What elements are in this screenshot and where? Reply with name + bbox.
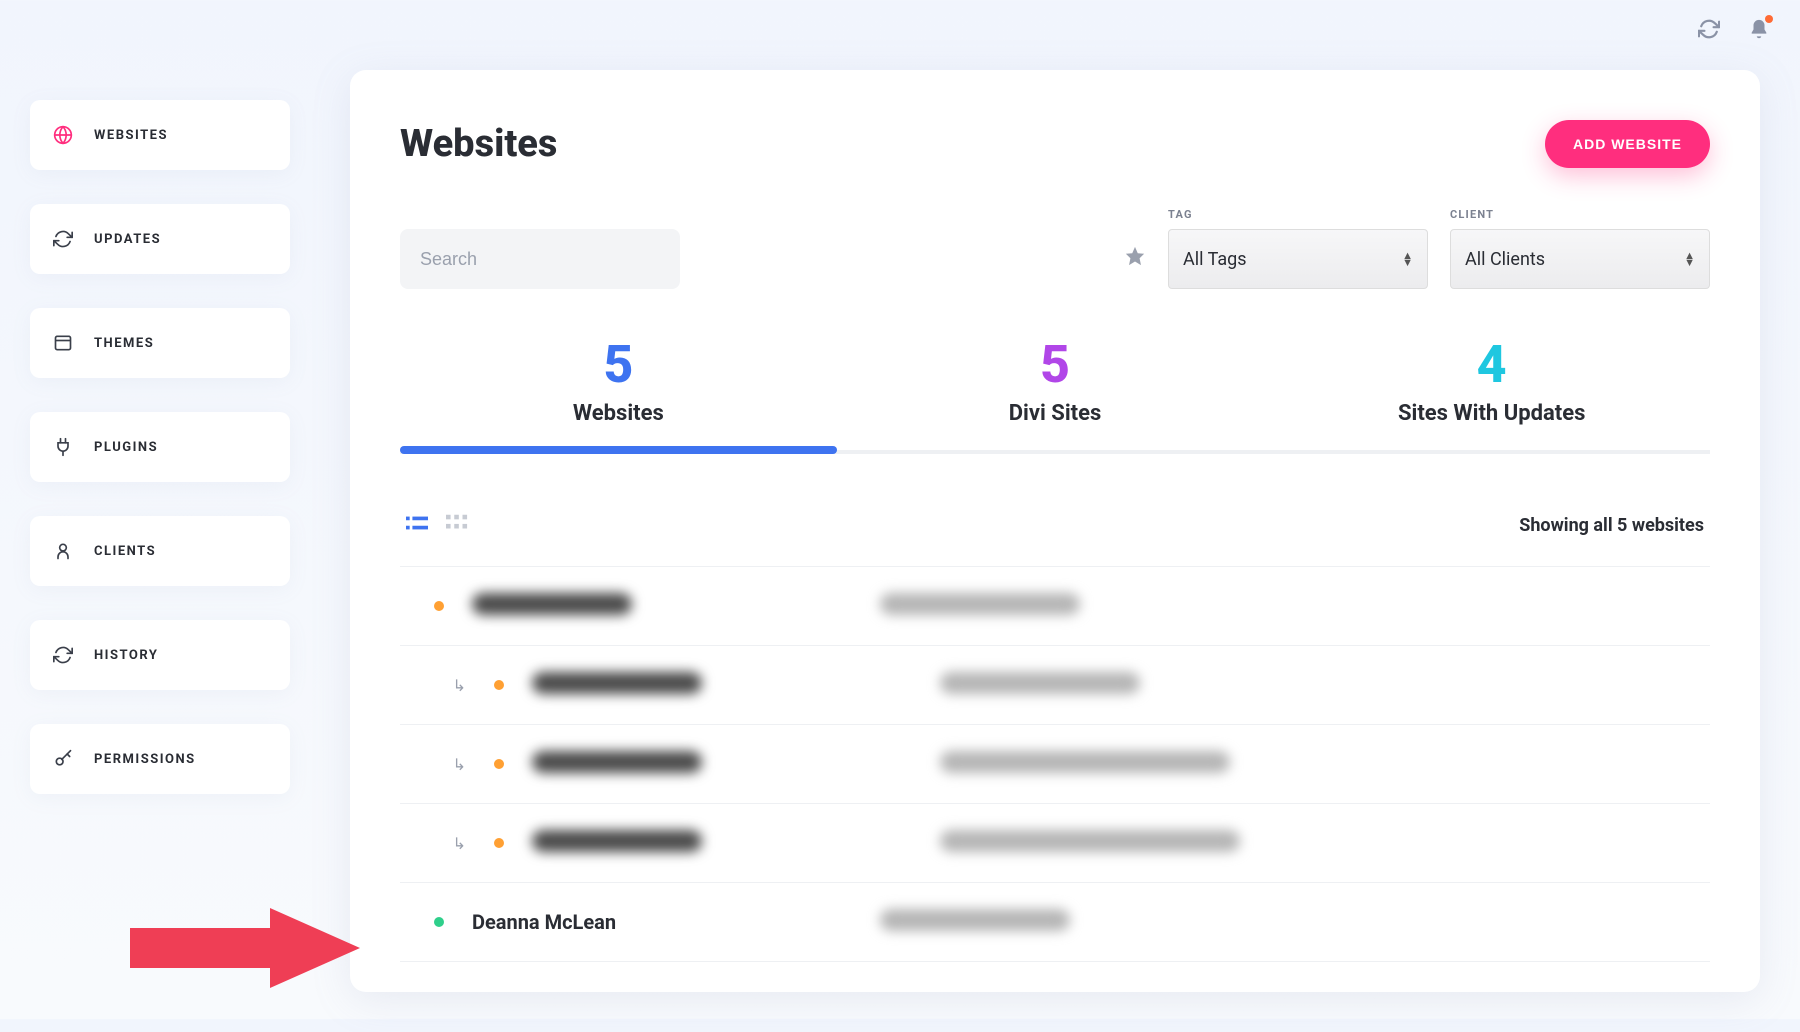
stat-value: 5 — [837, 339, 1274, 391]
sidebar-item-plugins[interactable]: PLUGINS — [30, 412, 290, 482]
stat-label: Sites With Updates — [1273, 401, 1710, 426]
status-dot — [494, 680, 504, 690]
site-name: Deanna McLean — [472, 910, 852, 934]
indent-icon: ↳ — [406, 834, 466, 853]
indent-icon: ↳ — [406, 676, 466, 695]
plug-icon — [52, 436, 74, 458]
client-filter-label: CLIENT — [1450, 208, 1710, 221]
tag-filter-group: TAG All Tags ▲▼ — [1168, 208, 1428, 289]
sidebar-item-updates[interactable]: UPDATES — [30, 204, 290, 274]
stat-value: 4 — [1273, 339, 1710, 391]
sidebar-item-label: HISTORY — [94, 648, 158, 663]
sidebar-item-label: PLUGINS — [94, 440, 158, 455]
grid-view-toggle[interactable] — [446, 514, 468, 536]
status-dot — [434, 917, 444, 927]
sidebar-item-clients[interactable]: CLIENTS — [30, 516, 290, 586]
site-url — [880, 593, 1704, 619]
tag-filter-select[interactable]: All Tags ▲▼ — [1168, 229, 1428, 289]
site-name — [532, 672, 912, 698]
site-name — [532, 830, 912, 856]
site-row[interactable]: ↳ — [400, 725, 1710, 804]
site-row[interactable]: Deanna McLean — [400, 883, 1710, 962]
site-url — [940, 751, 1704, 777]
status-dot — [494, 759, 504, 769]
sidebar-item-label: THEMES — [94, 336, 154, 351]
notification-dot — [1765, 15, 1773, 23]
status-dot — [494, 838, 504, 848]
list-toolbar: Showing all 5 websites — [400, 514, 1710, 566]
site-name — [472, 593, 852, 619]
tag-filter-value: All Tags — [1183, 249, 1247, 270]
sidebar-item-label: WEBSITES — [94, 128, 168, 143]
sidebar-item-themes[interactable]: THEMES — [30, 308, 290, 378]
site-row[interactable] — [400, 567, 1710, 646]
indent-icon: ↳ — [406, 755, 466, 774]
site-name — [532, 751, 912, 777]
sidebar-item-permissions[interactable]: PERMISSIONS — [30, 724, 290, 794]
client-filter-value: All Clients — [1465, 249, 1545, 270]
sidebar-item-websites[interactable]: WEBSITES — [30, 100, 290, 170]
header-row: Websites ADD WEBSITE — [400, 120, 1710, 168]
user-icon — [52, 540, 74, 562]
select-arrows-icon: ▲▼ — [1684, 252, 1695, 266]
site-url — [940, 830, 1704, 856]
status-dot — [434, 601, 444, 611]
stats-tabs: 5Websites5Divi Sites4Sites With Updates — [400, 339, 1710, 454]
stat-value: 5 — [400, 339, 837, 391]
globe-icon — [52, 124, 74, 146]
refresh-icon[interactable] — [1698, 18, 1720, 44]
site-url — [940, 672, 1704, 698]
page-title: Websites — [400, 122, 557, 166]
sidebar-item-label: PERMISSIONS — [94, 752, 196, 767]
site-list: ↳ ↳ ↳ Deanna McLean — [400, 566, 1710, 962]
key-icon — [52, 748, 74, 770]
window-icon — [52, 332, 74, 354]
select-arrows-icon: ▲▼ — [1402, 252, 1413, 266]
list-view-toggle[interactable] — [406, 514, 428, 536]
tag-filter-label: TAG — [1168, 208, 1428, 221]
favorite-filter-icon[interactable] — [1124, 245, 1146, 271]
client-filter-select[interactable]: All Clients ▲▼ — [1450, 229, 1710, 289]
stat-tab[interactable]: 4 Sites With Updates — [1273, 339, 1710, 450]
view-toggles — [406, 514, 468, 536]
stat-label: Websites — [400, 401, 837, 426]
refresh-icon — [52, 228, 74, 250]
stat-label: Divi Sites — [837, 401, 1274, 426]
main-card: Websites ADD WEBSITE TAG All Tags ▲▼ CLI… — [350, 70, 1760, 992]
add-website-button[interactable]: ADD WEBSITE — [1545, 120, 1710, 168]
result-count: Showing all 5 websites — [1519, 515, 1704, 536]
refresh-icon — [52, 644, 74, 666]
sidebar-item-history[interactable]: HISTORY — [30, 620, 290, 690]
site-url — [880, 909, 1704, 935]
site-row[interactable]: ↳ — [400, 804, 1710, 883]
bell-icon[interactable] — [1748, 18, 1770, 44]
site-row[interactable]: ↳ — [400, 646, 1710, 725]
search-input[interactable] — [400, 229, 680, 289]
sidebar: WEBSITES UPDATES THEMES PLUGINS CLIENTS — [30, 70, 290, 794]
sidebar-item-label: UPDATES — [94, 232, 161, 247]
stat-tab[interactable]: 5 Websites — [400, 339, 837, 450]
topbar — [1698, 18, 1770, 44]
client-filter-group: CLIENT All Clients ▲▼ — [1450, 208, 1710, 289]
stat-tab[interactable]: 5 Divi Sites — [837, 339, 1274, 450]
filter-row: TAG All Tags ▲▼ CLIENT All Clients ▲▼ — [400, 208, 1710, 289]
sidebar-item-label: CLIENTS — [94, 544, 156, 559]
